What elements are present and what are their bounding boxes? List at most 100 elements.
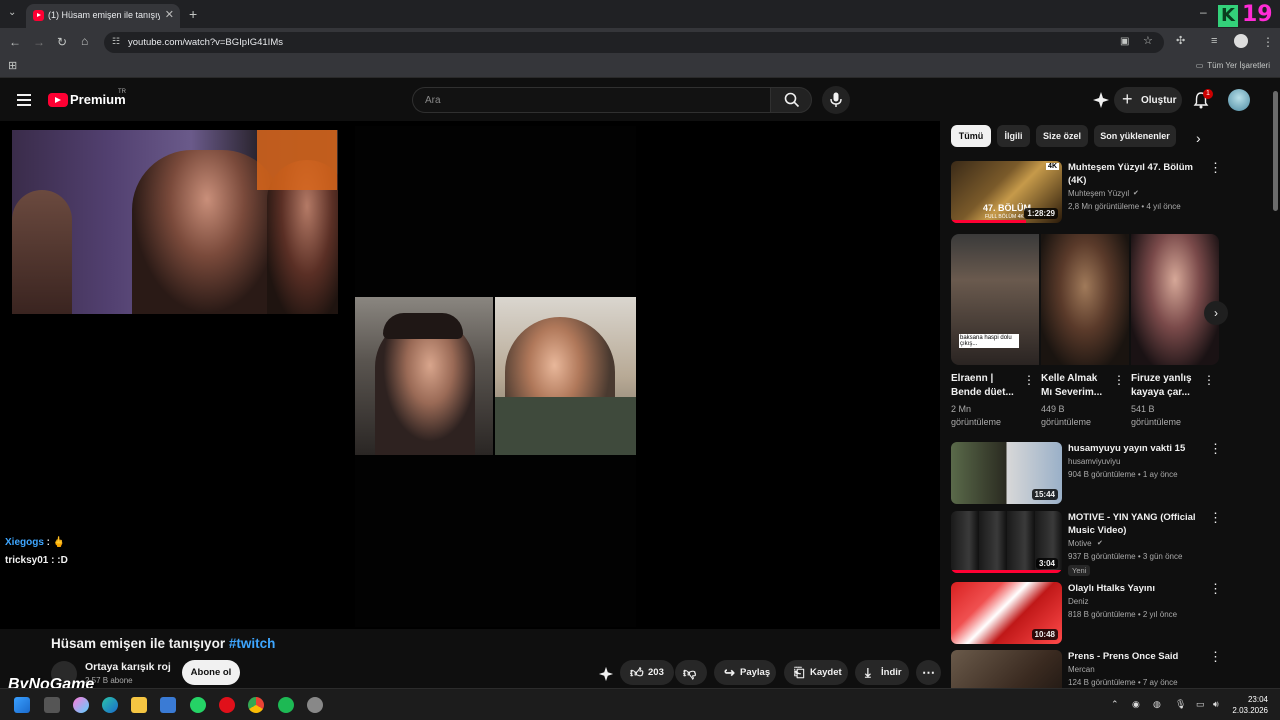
minimize-icon[interactable]: – <box>1200 6 1207 18</box>
video-thumbnail[interactable]: 3:04 <box>951 511 1062 573</box>
file-explorer-icon[interactable] <box>131 697 147 713</box>
youtube-header: Premium TR Ara + Oluştur 1 <box>0 81 1268 121</box>
like-button[interactable]: 👍︎ 203 <box>620 660 674 685</box>
chat-message: tricksy01 : :D <box>5 555 68 566</box>
more-horizontal-icon: ⋯ <box>922 665 935 680</box>
edge-icon[interactable] <box>102 697 118 713</box>
share-button[interactable]: ↪ Paylaş <box>714 660 776 685</box>
opera-icon[interactable] <box>219 697 235 713</box>
download-button[interactable]: ⤓ İndir <box>855 660 909 685</box>
spotify-icon[interactable] <box>278 697 294 713</box>
profile-icon[interactable] <box>1234 34 1248 48</box>
windows-start-icon[interactable] <box>14 697 30 713</box>
overlay-k19-logo: K 19 <box>1218 2 1273 27</box>
more-vert-icon[interactable]: ⋮ <box>1203 373 1215 387</box>
thumbs-down-icon: 👎︎ <box>683 665 697 680</box>
recommended-video[interactable]: 4K 47. BÖLÜM FULL BÖLÜM 4K 1:28:29 Muhte… <box>951 161 1231 223</box>
duration-badge: 10:48 <box>1031 629 1058 640</box>
recommended-video[interactable]: 10:48 Olaylı Htalks Yayını Deniz 818 B g… <box>951 582 1231 644</box>
taskbar-clock[interactable]: 23:04 2.03.2026 <box>1232 694 1268 716</box>
tray-chevron-icon[interactable]: ⌃ <box>1111 699 1119 710</box>
dislike-button[interactable]: 👎︎ <box>675 660 707 685</box>
more-vert-icon[interactable]: ⋮ <box>1023 373 1035 387</box>
more-vert-icon[interactable]: ⋮ <box>1209 161 1222 175</box>
hamburger-menu-icon[interactable] <box>17 94 31 106</box>
subscribe-button[interactable]: Abone ol <box>182 660 240 685</box>
ask-sparkle-icon[interactable] <box>1092 91 1110 109</box>
tab-title: (1) Hüsam emişen ile tanışıyor # <box>48 10 160 20</box>
site-info-icon[interactable]: ☷ <box>112 37 120 46</box>
display-tray-icon[interactable]: ▭ <box>1196 699 1205 710</box>
duration-badge: 15:44 <box>1031 489 1058 500</box>
volume-icon[interactable]: 🔊︎ <box>1213 699 1219 710</box>
search-input[interactable]: Ara <box>412 87 770 113</box>
verified-icon: ✔ <box>1097 540 1103 547</box>
back-icon[interactable]: ← <box>9 36 21 48</box>
short-thumbnail[interactable] <box>1131 234 1219 365</box>
video-title: Hüsam emişen ile tanışıyor #twitch <box>51 636 276 651</box>
mic-tray-icon[interactable]: 🎙︎ <box>1175 699 1186 710</box>
recommended-video[interactable]: 3:04 MOTIVE - YIN YANG (Official Music V… <box>951 511 1231 576</box>
recommended-video[interactable]: 15:44 husamyuyu yayın vakti 15 husamviyu… <box>951 442 1231 504</box>
copilot-icon[interactable] <box>73 697 89 713</box>
thumbs-up-icon: 👍︎ <box>630 665 644 680</box>
new-tab-icon[interactable]: + <box>189 7 197 21</box>
browser-tab[interactable]: (1) Hüsam emişen ile tanışıyor # ✕ <box>26 4 180 28</box>
forward-icon[interactable]: → <box>33 36 45 48</box>
tab-close-icon[interactable]: ✕ <box>165 8 174 21</box>
video-thumbnail[interactable]: 15:44 <box>951 442 1062 504</box>
short-thumbnail[interactable]: baksana haspi dolu çıkış... <box>951 234 1039 365</box>
search-icon <box>784 92 800 108</box>
video-thumbnail[interactable] <box>951 650 1062 688</box>
duration-badge: 1:28:29 <box>1024 208 1058 219</box>
youtube-favicon-icon <box>33 10 44 21</box>
chrome-menu-icon[interactable]: ⋮ <box>1262 36 1274 48</box>
tab-list-icon[interactable]: ⌄ <box>8 8 16 18</box>
chip-for-you[interactable]: Size özel <box>1036 125 1088 147</box>
steam-tray-icon[interactable]: ◍ <box>1153 699 1161 710</box>
duration-badge: 3:04 <box>1035 558 1058 569</box>
video-call-right-participant <box>495 297 636 455</box>
hashtag-link[interactable]: #twitch <box>229 636 276 651</box>
more-vert-icon[interactable]: ⋮ <box>1209 582 1222 596</box>
save-button[interactable]: ⎗ Kaydet <box>784 660 848 685</box>
apps-grid-icon[interactable]: ⊞ <box>8 61 17 72</box>
short-thumbnail[interactable] <box>1041 234 1129 365</box>
more-vert-icon[interactable]: ⋮ <box>1209 511 1222 525</box>
video-thumbnail[interactable]: 4K 47. BÖLÜM FULL BÖLÜM 4K 1:28:29 <box>951 161 1062 223</box>
user-avatar[interactable] <box>1228 89 1250 111</box>
share-arrow-icon: ↪ <box>724 665 735 680</box>
reading-list-icon[interactable]: ≡ <box>1211 36 1217 47</box>
search-taskbar-icon[interactable] <box>44 697 60 713</box>
home-icon[interactable]: ⌂ <box>81 35 88 47</box>
page-scrollbar[interactable] <box>1271 81 1280 688</box>
store-icon[interactable] <box>160 697 176 713</box>
install-icon[interactable]: ▣ <box>1120 37 1129 47</box>
channel-name[interactable]: Ortaya karışık roj <box>85 661 171 673</box>
address-bar[interactable]: ☷ youtube.com/watch?v=BGIpIG41IMs ▣ ☆ <box>104 32 1164 53</box>
recommended-video[interactable]: Prens - Prens Once Said Mercan 124 B gör… <box>951 650 1231 688</box>
scrollbar-thumb[interactable] <box>1273 91 1278 211</box>
chips-next-chevron-icon[interactable]: › <box>1196 130 1201 146</box>
chip-recent[interactable]: Son yüklenenler <box>1094 125 1176 147</box>
more-vert-icon[interactable]: ⋮ <box>1209 650 1222 664</box>
all-bookmarks-link[interactable]: ▭ Tüm Yer İşaretleri <box>1196 61 1270 70</box>
ask-sparkle-icon[interactable] <box>598 666 614 682</box>
bookmark-star-icon[interactable]: ☆ <box>1143 36 1153 47</box>
reload-icon[interactable]: ↻ <box>57 36 67 48</box>
steam-overlay-icon[interactable] <box>307 697 323 713</box>
chip-related[interactable]: İlgili <box>997 125 1030 147</box>
create-button[interactable]: + Oluştur <box>1114 87 1182 113</box>
search-button[interactable] <box>770 87 812 113</box>
more-actions-button[interactable]: ⋯ <box>916 660 941 685</box>
chrome-icon[interactable] <box>248 697 264 713</box>
more-vert-icon[interactable]: ⋮ <box>1209 442 1222 456</box>
voice-search-button[interactable] <box>822 86 850 114</box>
discord-tray-icon[interactable]: ◉ <box>1132 699 1140 710</box>
video-thumbnail[interactable]: 10:48 <box>951 582 1062 644</box>
whatsapp-icon[interactable] <box>190 697 206 713</box>
more-vert-icon[interactable]: ⋮ <box>1113 373 1125 387</box>
extensions-icon[interactable]: ✣ <box>1176 36 1185 47</box>
shorts-next-chevron-icon[interactable]: › <box>1204 301 1228 325</box>
chip-all[interactable]: Tümü <box>951 125 991 147</box>
